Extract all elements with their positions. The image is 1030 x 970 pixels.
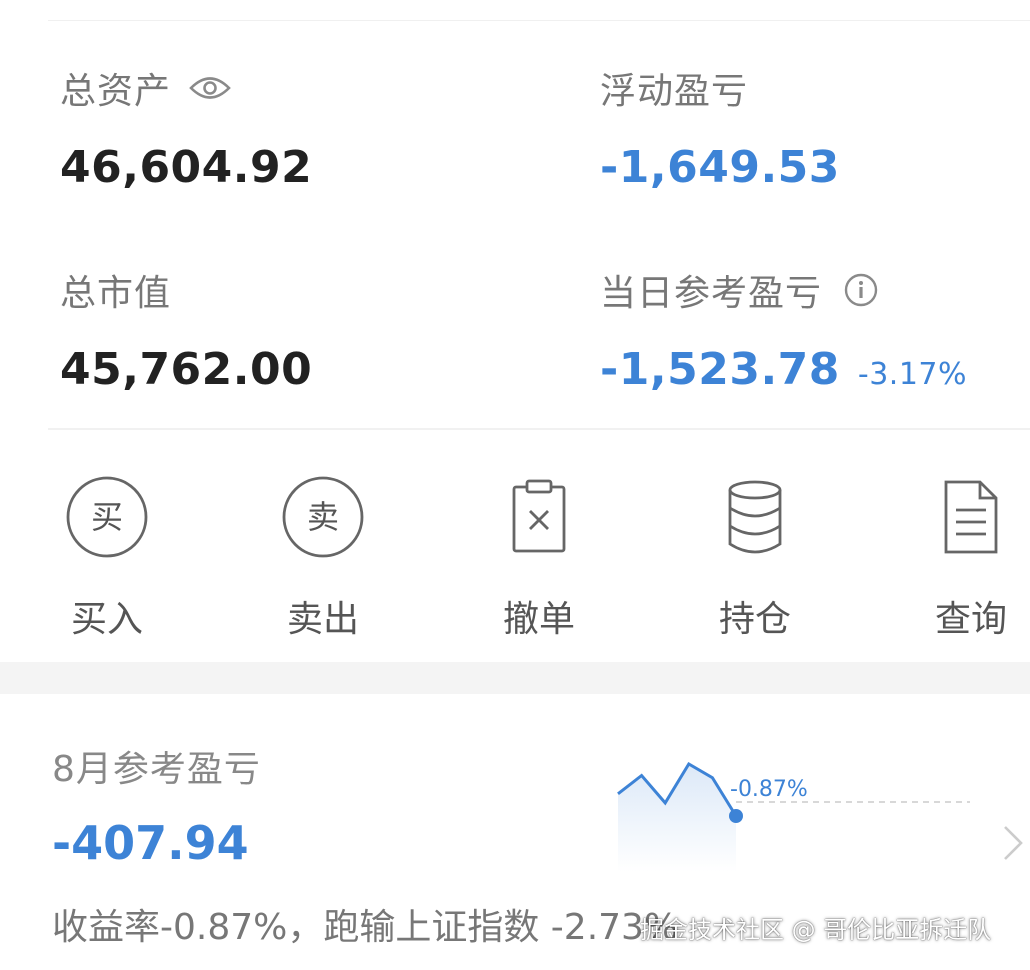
sell-button[interactable]: 卖 卖出 xyxy=(248,474,398,642)
total-assets-block: 总资产 46,604.92 xyxy=(60,62,312,193)
watermark: 掘金技术社区 @ 哥伦比亚拆迁队 xyxy=(640,916,992,944)
buy-button[interactable]: 买 买入 xyxy=(32,474,182,642)
daily-pl-percent: -3.17% xyxy=(857,357,968,392)
floating-pl-value: -1,649.53 xyxy=(600,142,840,193)
query-label: 查询 xyxy=(934,599,1007,640)
monthly-pl-value: -407.94 xyxy=(52,816,249,870)
cancel-order-icon xyxy=(464,474,614,560)
document-icon xyxy=(896,474,1030,560)
trade-actions: 买 买入 卖 卖出 撤单 持仓 查询 xyxy=(0,430,1030,662)
buy-icon-glyph: 买 xyxy=(91,498,123,536)
market-value-value: 45,762.00 xyxy=(60,344,313,395)
eye-icon[interactable] xyxy=(189,73,231,103)
sparkline-label: -0.87% xyxy=(730,777,808,802)
sparkline-end-point xyxy=(729,809,743,823)
floating-pl-label: 浮动盈亏 xyxy=(600,71,749,112)
market-value-block: 总市值 45,762.00 xyxy=(60,264,312,395)
query-button[interactable]: 查询 xyxy=(896,474,1030,642)
positions-button[interactable]: 持仓 xyxy=(680,474,830,642)
cancel-order-label: 撤单 xyxy=(502,599,575,640)
chevron-right-icon[interactable] xyxy=(1002,824,1024,866)
daily-pl-block: 当日参考盈亏 -1,523.78 -3.17% xyxy=(600,264,967,395)
asset-summary: 总资产 46,604.92 浮动盈亏 -1,649.53 总市值 45,762.… xyxy=(0,0,1030,430)
total-assets-value: 46,604.92 xyxy=(60,142,313,193)
sell-icon: 卖 xyxy=(248,474,398,560)
monthly-pl-description: 收益率-0.87%，跑输上证指数 -2.73% xyxy=(52,907,679,948)
sell-label: 卖出 xyxy=(286,599,359,640)
buy-label: 买入 xyxy=(70,599,143,640)
sell-icon-glyph: 卖 xyxy=(307,498,339,536)
info-icon[interactable] xyxy=(844,273,878,307)
section-gap xyxy=(0,662,1030,694)
total-assets-label: 总资产 xyxy=(60,71,172,112)
monthly-pl-card[interactable]: 8月参考盈亏 -407.94 收益率-0.87%，跑输上证指数 -2.73% -… xyxy=(0,694,1030,970)
database-icon xyxy=(680,474,830,560)
positions-label: 持仓 xyxy=(718,599,791,640)
daily-pl-value: -1,523.78 xyxy=(600,344,840,395)
buy-icon: 买 xyxy=(32,474,182,560)
monthly-pl-title: 8月参考盈亏 xyxy=(52,749,261,790)
market-value-label: 总市值 xyxy=(60,273,172,314)
daily-pl-label: 当日参考盈亏 xyxy=(600,273,823,314)
cancel-order-button[interactable]: 撤单 xyxy=(464,474,614,642)
floating-pl-block: 浮动盈亏 -1,649.53 xyxy=(600,62,840,193)
monthly-sparkline: -0.87% xyxy=(617,761,970,872)
